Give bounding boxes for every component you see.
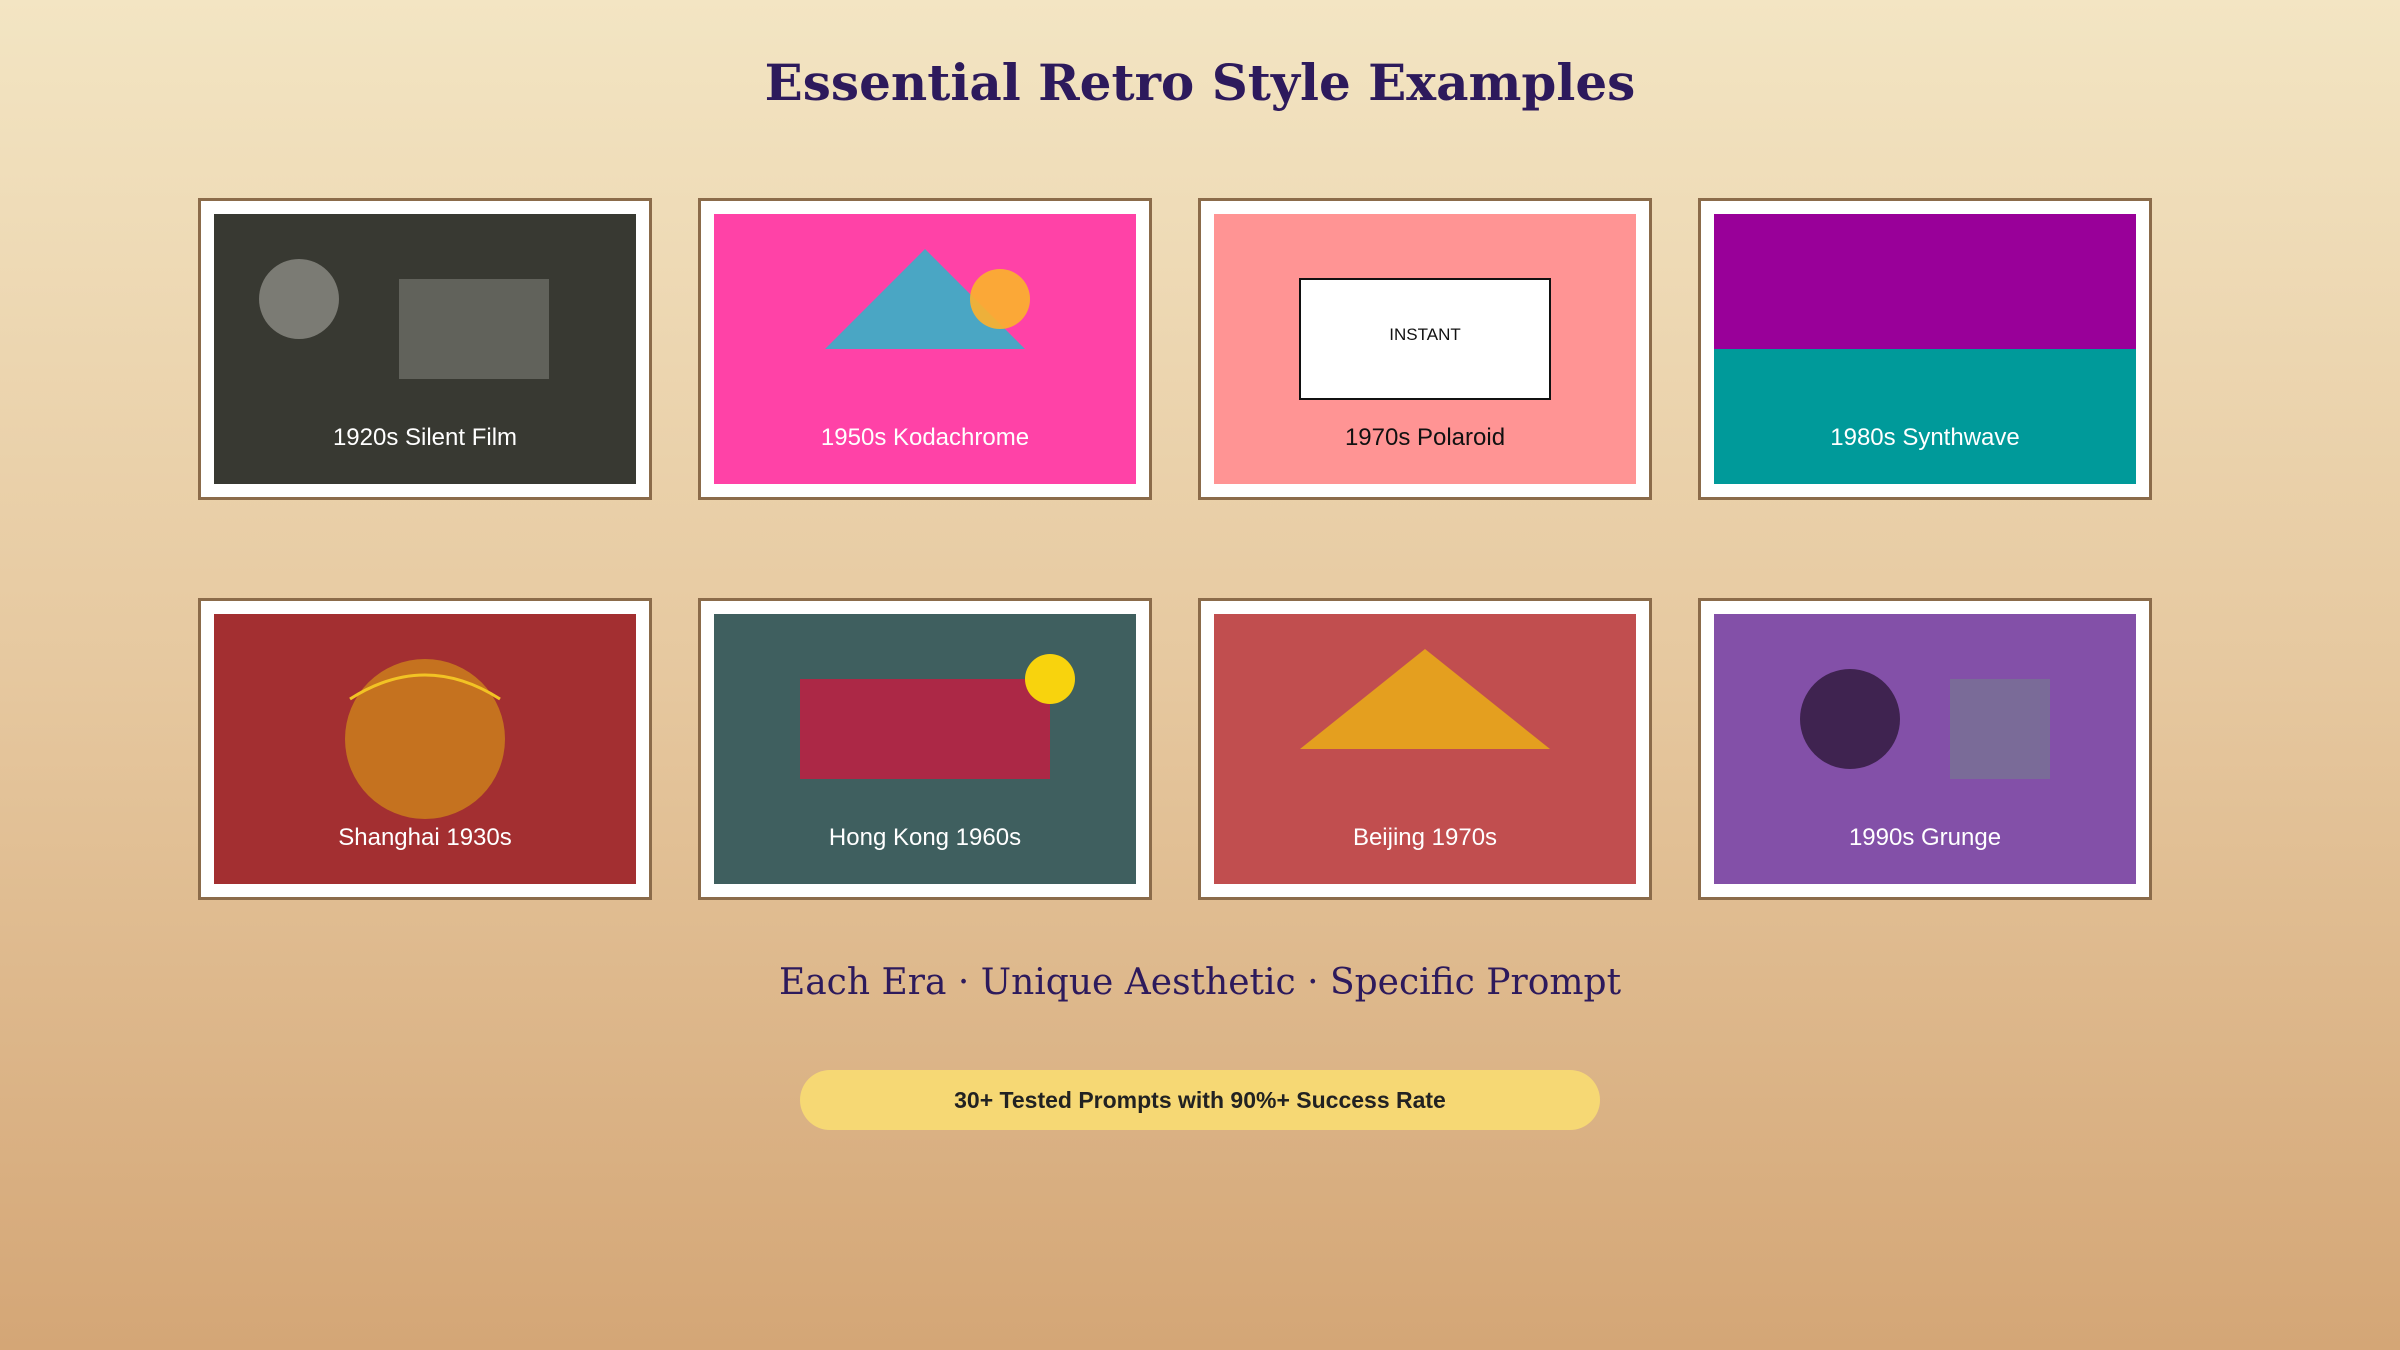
card-image: Shanghai 1930s (214, 614, 636, 884)
card-1990s-grunge[interactable]: 1990s Grunge (1698, 598, 2152, 900)
card-1920s-silent-film[interactable]: 1920s Silent Film (198, 198, 652, 500)
page-title: Essential Retro Style Examples (764, 53, 1636, 112)
tagline: Each Era · Unique Aesthetic · Specific P… (778, 962, 1622, 1003)
card-1950s-kodachrome[interactable]: 1950s Kodachrome (698, 198, 1152, 500)
card-shanghai-1930s[interactable]: Shanghai 1930s (198, 598, 652, 900)
card-caption: 1980s Synthwave (1830, 424, 2020, 451)
card-caption: Hong Kong 1960s (828, 824, 1022, 851)
card-caption: 1950s Kodachrome (820, 424, 1030, 451)
card-image: Hong Kong 1960s (714, 614, 1136, 884)
card-caption: 1920s Silent Film (332, 424, 518, 451)
card-beijing-1970s[interactable]: Beijing 1970s (1198, 598, 1652, 900)
card-caption: 1990s Grunge (1848, 824, 2002, 851)
success-rate-badge: 30+ Tested Prompts with 90%+ Success Rat… (800, 1070, 1600, 1130)
card-1980s-synthwave[interactable]: 1980s Synthwave (1698, 198, 2152, 500)
instant-label: INSTANT (1389, 325, 1460, 344)
card-image: INSTANT 1970s Polaroid (1214, 214, 1636, 484)
card-caption: 1970s Polaroid (1344, 424, 1506, 451)
card-hong-kong-1960s[interactable]: Hong Kong 1960s (698, 598, 1152, 900)
card-image: 1990s Grunge (1714, 614, 2136, 884)
card-image: 1980s Synthwave (1714, 214, 2136, 484)
card-image: Beijing 1970s (1214, 614, 1636, 884)
card-caption: Beijing 1970s (1352, 824, 1498, 851)
card-1970s-polaroid[interactable]: INSTANT 1970s Polaroid (1198, 198, 1652, 500)
card-image: 1920s Silent Film (214, 214, 636, 484)
card-caption: Shanghai 1930s (338, 824, 512, 851)
card-image: 1950s Kodachrome (714, 214, 1136, 484)
